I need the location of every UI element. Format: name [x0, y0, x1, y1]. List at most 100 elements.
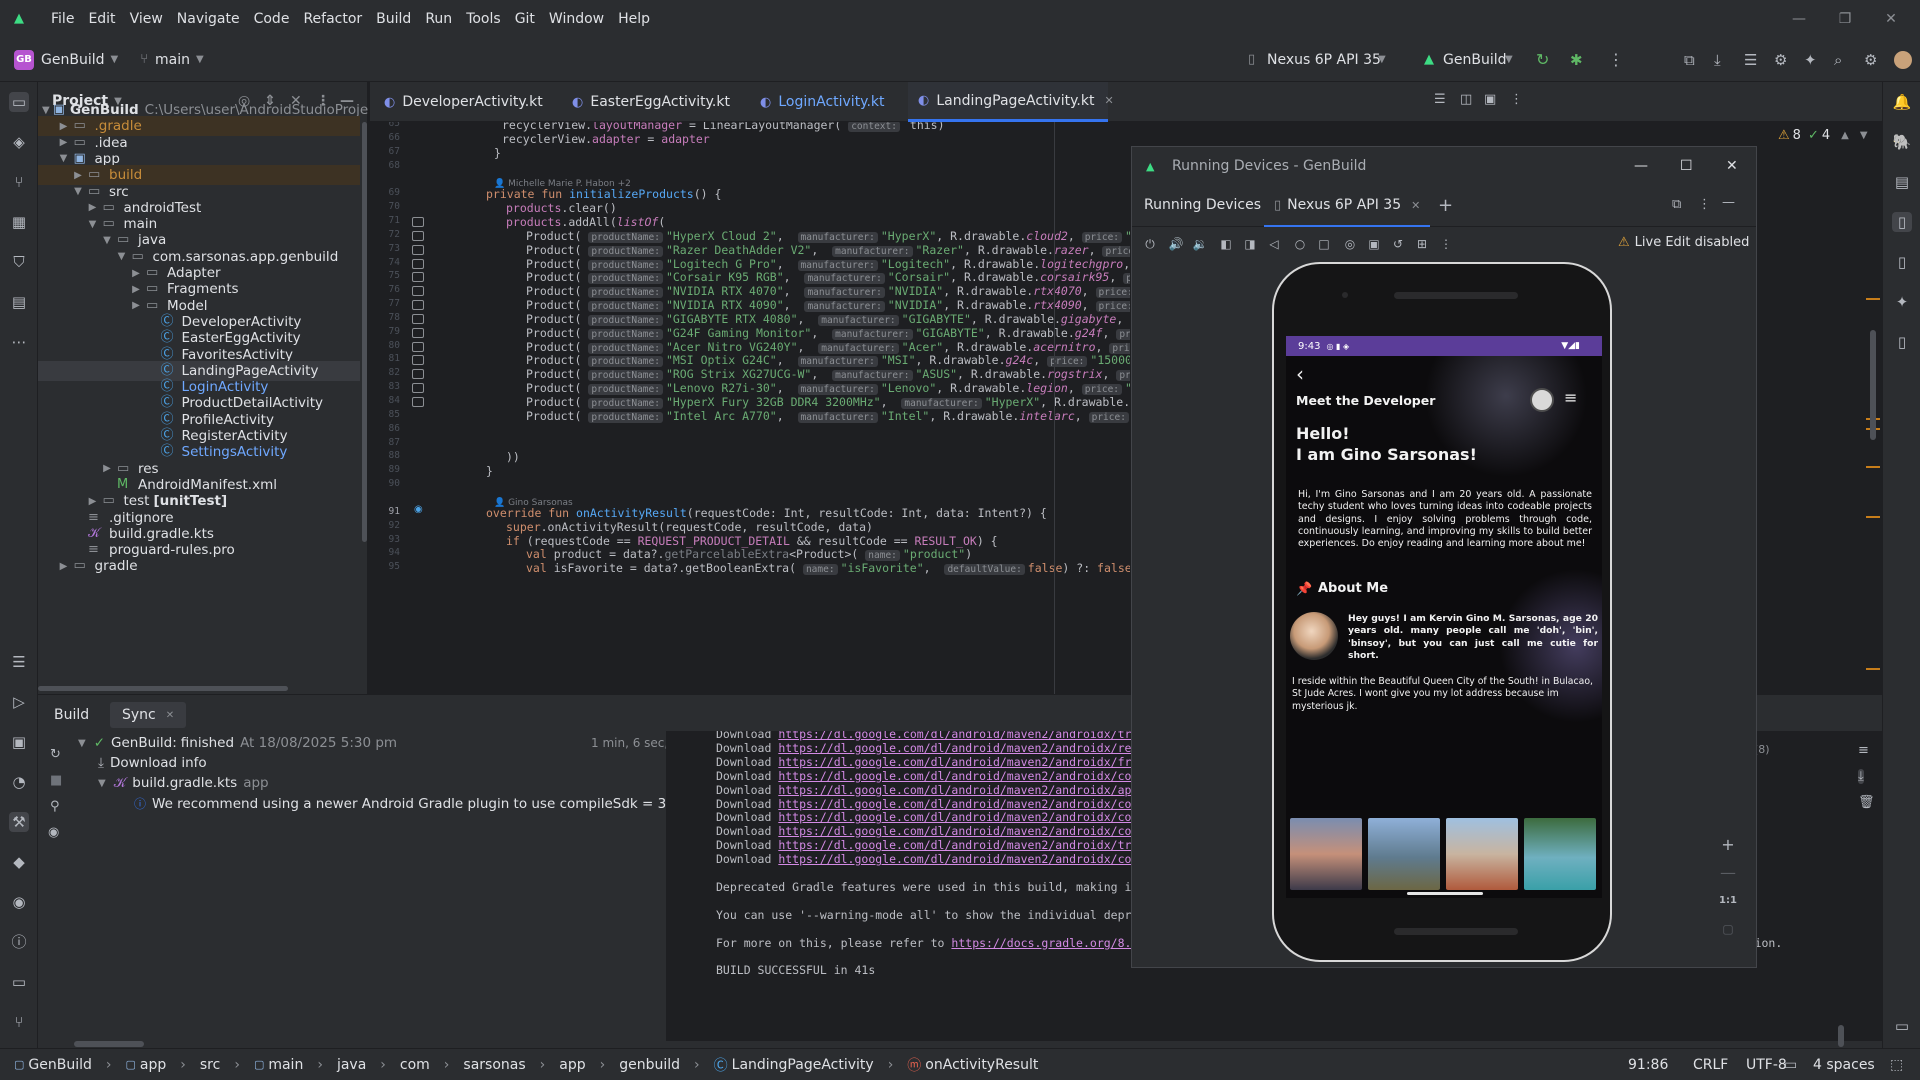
device-file-icon[interactable]: ▤	[1892, 172, 1912, 192]
running-devices-icon[interactable]: ▯	[1892, 212, 1912, 232]
power-icon[interactable]: ⏻	[1142, 236, 1158, 252]
chevron-down-icon[interactable]: ▼	[100, 235, 114, 246]
zoom-actual-size[interactable]: 1:1	[1714, 887, 1742, 915]
chevron-right-icon[interactable]: ▶	[86, 496, 100, 507]
breadcrumb-item[interactable]: Ⓒ LandingPageActivity ›	[714, 1055, 894, 1075]
branch-selector[interactable]: main	[155, 52, 190, 68]
chevron-right-icon[interactable]: ▶	[129, 300, 143, 311]
menu-help[interactable]: Help	[611, 11, 657, 27]
home-icon[interactable]: ○	[1292, 236, 1308, 252]
menu-file[interactable]: File	[44, 11, 81, 27]
chevron-right-icon[interactable]: ▶	[57, 561, 71, 572]
close-tab-icon[interactable]: ✕	[1411, 199, 1420, 212]
restore-window-icon[interactable]: ❐	[1822, 0, 1868, 38]
chevron-up-icon[interactable]: ▲	[1841, 130, 1849, 141]
volume-down-icon[interactable]: 🔉	[1192, 236, 1208, 252]
zoom-out-icon[interactable]: —	[1714, 859, 1742, 887]
search-icon[interactable]: ⌕	[1834, 51, 1842, 69]
hide-icon[interactable]: —	[1722, 195, 1735, 210]
split-view-icon[interactable]: ◫	[1460, 92, 1472, 107]
breadcrumb-item[interactable]: ▢ GenBuild ›	[14, 1057, 112, 1073]
download-info-row[interactable]: ⤓ Download info	[98, 755, 207, 771]
breadcrumb-item[interactable]: app ›	[559, 1057, 605, 1073]
drawable-preview-icon[interactable]	[412, 327, 424, 338]
drawable-preview-icon[interactable]	[412, 286, 424, 297]
code-editor[interactable]: 65 66 67 68 69 70 71 72 73 74 75 76 77 78 79 80 81 82 83 84…	[370, 122, 1130, 694]
gemini-icon[interactable]: ✦	[1892, 292, 1912, 312]
gemini-icon[interactable]: ✦	[1804, 51, 1817, 69]
tab-sync[interactable]: Sync ✕	[110, 702, 187, 728]
inspection-widget[interactable]: ⚠ 8 ✓ 4 ▲ ▼	[1778, 128, 1868, 143]
tab-device[interactable]: ▯ Nexus 6P API 35 ✕	[1264, 185, 1431, 227]
breadcrumb-item[interactable]: genbuild ›	[619, 1057, 699, 1073]
menu-code[interactable]: Code	[247, 11, 297, 27]
version-control-icon[interactable]: ⑂	[9, 1012, 29, 1032]
rerun-icon[interactable]: ↻	[50, 747, 61, 762]
breadcrumb-item[interactable]: com ›	[400, 1057, 450, 1073]
breadcrumb-item[interactable]: java ›	[337, 1057, 386, 1073]
zoom-in-icon[interactable]: +	[1714, 831, 1742, 859]
tab-build[interactable]: Build	[54, 695, 89, 735]
close-window-icon[interactable]: ✕	[1868, 0, 1914, 38]
run-icon[interactable]: ▷	[9, 692, 29, 712]
gradle-icon[interactable]: 🐘	[1892, 132, 1912, 152]
snapshot-icon[interactable]: ↺	[1390, 236, 1406, 252]
drawable-preview-icon[interactable]	[412, 230, 424, 241]
back-icon[interactable]: ◁	[1266, 236, 1282, 252]
chevron-right-icon[interactable]: ▶	[71, 170, 85, 181]
drawable-preview-icon[interactable]	[412, 383, 424, 394]
rotate-right-icon[interactable]: ◨	[1242, 236, 1258, 252]
menu-navigate[interactable]: Navigate	[170, 11, 247, 27]
warning-row[interactable]: ⓘ We recommend using a newer Android Gra…	[134, 795, 716, 812]
tab-landing-page-activity[interactable]: ◐ LandingPageActivity.kt ✕	[908, 82, 1114, 122]
more-actions-icon[interactable]: ⋮	[1608, 50, 1624, 69]
notifications-icon[interactable]: 🔔	[1892, 92, 1912, 112]
options-icon[interactable]: ⋮	[1698, 197, 1711, 212]
pull-requests-icon[interactable]: ⑂	[9, 172, 29, 192]
breadcrumb-item[interactable]: ⓜ onActivityResult	[907, 1055, 1038, 1075]
terminal-icon[interactable]: ▭	[9, 972, 29, 992]
close-icon[interactable]: ✕	[1726, 158, 1738, 174]
resource-manager-icon[interactable]: ▤	[9, 292, 29, 312]
drawable-preview-icon[interactable]	[412, 244, 424, 255]
scroll-to-end-icon[interactable]: ⤓	[1858, 769, 1864, 784]
structure-icon[interactable]: ▦	[9, 212, 29, 232]
minimize-window-icon[interactable]: —	[1776, 0, 1822, 38]
volume-up-icon[interactable]: 🔊	[1168, 236, 1184, 252]
drawable-preview-icon[interactable]	[412, 369, 424, 380]
logcat-side-icon[interactable]: ▭	[1892, 1016, 1912, 1036]
caret-position[interactable]: 91:86	[1628, 1057, 1668, 1073]
app-inspection-icon[interactable]: ◔	[9, 772, 29, 792]
back-arrow-icon[interactable]: ‹	[1296, 362, 1304, 386]
chevron-down-icon[interactable]: ▼	[42, 105, 50, 116]
build-result-row[interactable]: ▼ ✓ GenBuild: finished At 18/08/2025 5:3…	[78, 735, 717, 751]
view-icon[interactable]: ◉	[48, 825, 59, 840]
device-manager-icon[interactable]: ⧉	[1684, 51, 1695, 69]
editor-scrollbar[interactable]	[1870, 330, 1876, 440]
menu-refactor[interactable]: Refactor	[296, 11, 369, 27]
menu-build[interactable]: Build	[369, 11, 418, 27]
more-icon[interactable]: ⋮	[1438, 236, 1454, 252]
menu-window[interactable]: Window	[542, 11, 611, 27]
todo-icon[interactable]: ☰	[9, 652, 29, 672]
extended-controls-icon[interactable]: ⊞	[1414, 236, 1430, 252]
menu-view[interactable]: View	[123, 11, 170, 27]
live-edit-status[interactable]: ⚠ Live Edit disabled	[1618, 235, 1749, 250]
drawable-preview-icon[interactable]	[412, 300, 424, 311]
minimize-icon[interactable]: —	[1634, 158, 1648, 174]
drawable-preview-icon[interactable]	[412, 272, 424, 283]
reader-mode-icon[interactable]: ☰	[1434, 92, 1446, 107]
device-selector[interactable]: Nexus 6P API 35	[1267, 52, 1381, 68]
gallery-photo-waterfall[interactable]	[1524, 818, 1596, 890]
run-config-selector[interactable]: GenBuild	[1443, 52, 1506, 68]
home-indicator[interactable]	[1407, 892, 1483, 895]
commit-icon[interactable]: ◈	[9, 132, 29, 152]
emulator-icon[interactable]: ▯	[1892, 252, 1912, 272]
profiler-icon[interactable]: ⚙	[1774, 51, 1787, 69]
clear-all-icon[interactable]: 🗑	[1858, 795, 1875, 810]
lock-icon[interactable]: ⬚	[1890, 1057, 1903, 1073]
menu-edit[interactable]: Edit	[81, 11, 122, 27]
more-tools-icon[interactable]: ⋯	[9, 332, 29, 352]
soft-wrap-icon[interactable]: ≡	[1858, 743, 1869, 758]
menu-git[interactable]: Git	[508, 11, 542, 27]
